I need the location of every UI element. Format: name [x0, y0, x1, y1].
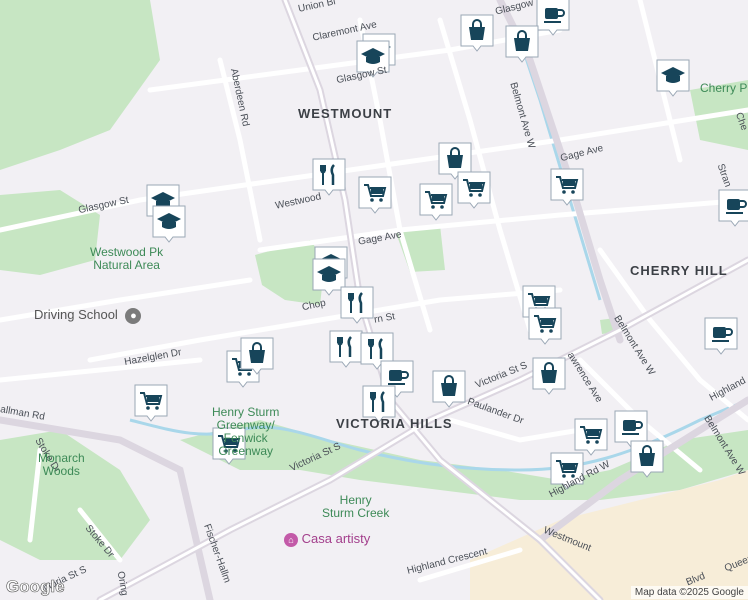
park-label-monarch-woods: Monarch Woods: [38, 451, 85, 478]
pin-school[interactable]: [312, 258, 346, 296]
pin-shopping-cart[interactable]: [134, 384, 168, 422]
park-label-cherry-pk: Cherry Pk: [700, 81, 748, 95]
park-label-westwood-pk: Westwood Pk Natural Area: [90, 245, 164, 272]
casa-artisty-label: Casa artisty: [301, 531, 371, 546]
pin-shopping-bag[interactable]: [505, 25, 539, 63]
pin-shopping-bag[interactable]: [460, 14, 494, 52]
park-label-henry-sturm-greenway: Henry Sturm Greenway/ Fenwick Greenway: [212, 405, 280, 458]
pin-restaurant[interactable]: [340, 286, 374, 324]
driving-school-icon: ●: [125, 308, 142, 324]
area-label-victoria-hills: VICTORIA HILLS: [336, 416, 453, 431]
pin-restaurant[interactable]: [312, 158, 346, 196]
map-attribution: Map data ©2025 Google: [630, 586, 748, 599]
poi-driving-school[interactable]: Driving School ●: [34, 307, 142, 324]
area-label-cherry-hill: CHERRY HILL: [630, 263, 728, 278]
pin-shopping-cart[interactable]: [457, 171, 491, 209]
pin-shopping-bag[interactable]: [240, 337, 274, 375]
pin-shopping-bag[interactable]: [432, 370, 466, 408]
driving-school-label: Driving School: [34, 307, 118, 322]
poi-casa-artisty[interactable]: ⌂ Casa artisty: [284, 531, 370, 547]
pin-shopping-cart[interactable]: [550, 168, 584, 206]
area-label-westmount: WESTMOUNT: [298, 106, 393, 121]
pin-school[interactable]: [656, 59, 690, 97]
pin-coffee[interactable]: [704, 317, 738, 355]
google-logo: Google: [6, 577, 65, 597]
park-label-henry-sturm-creek: Henry Sturm Creek: [322, 493, 390, 520]
pin-shopping-cart[interactable]: [528, 307, 562, 345]
museum-icon: ⌂: [284, 533, 298, 547]
pin-shopping-cart[interactable]: [358, 176, 392, 214]
pin-school[interactable]: [152, 205, 186, 243]
pin-shopping-cart[interactable]: [574, 418, 608, 456]
pin-background: [340, 286, 374, 324]
pin-shopping-bag[interactable]: [630, 440, 664, 478]
pin-restaurant[interactable]: [329, 330, 363, 368]
pin-coffee[interactable]: [536, 0, 570, 36]
pin-coffee[interactable]: [718, 189, 748, 227]
pin-shopping-cart[interactable]: [419, 183, 453, 221]
pin-background: [312, 158, 346, 196]
pin-shopping-bag[interactable]: [532, 357, 566, 395]
pin-background: [329, 330, 363, 368]
